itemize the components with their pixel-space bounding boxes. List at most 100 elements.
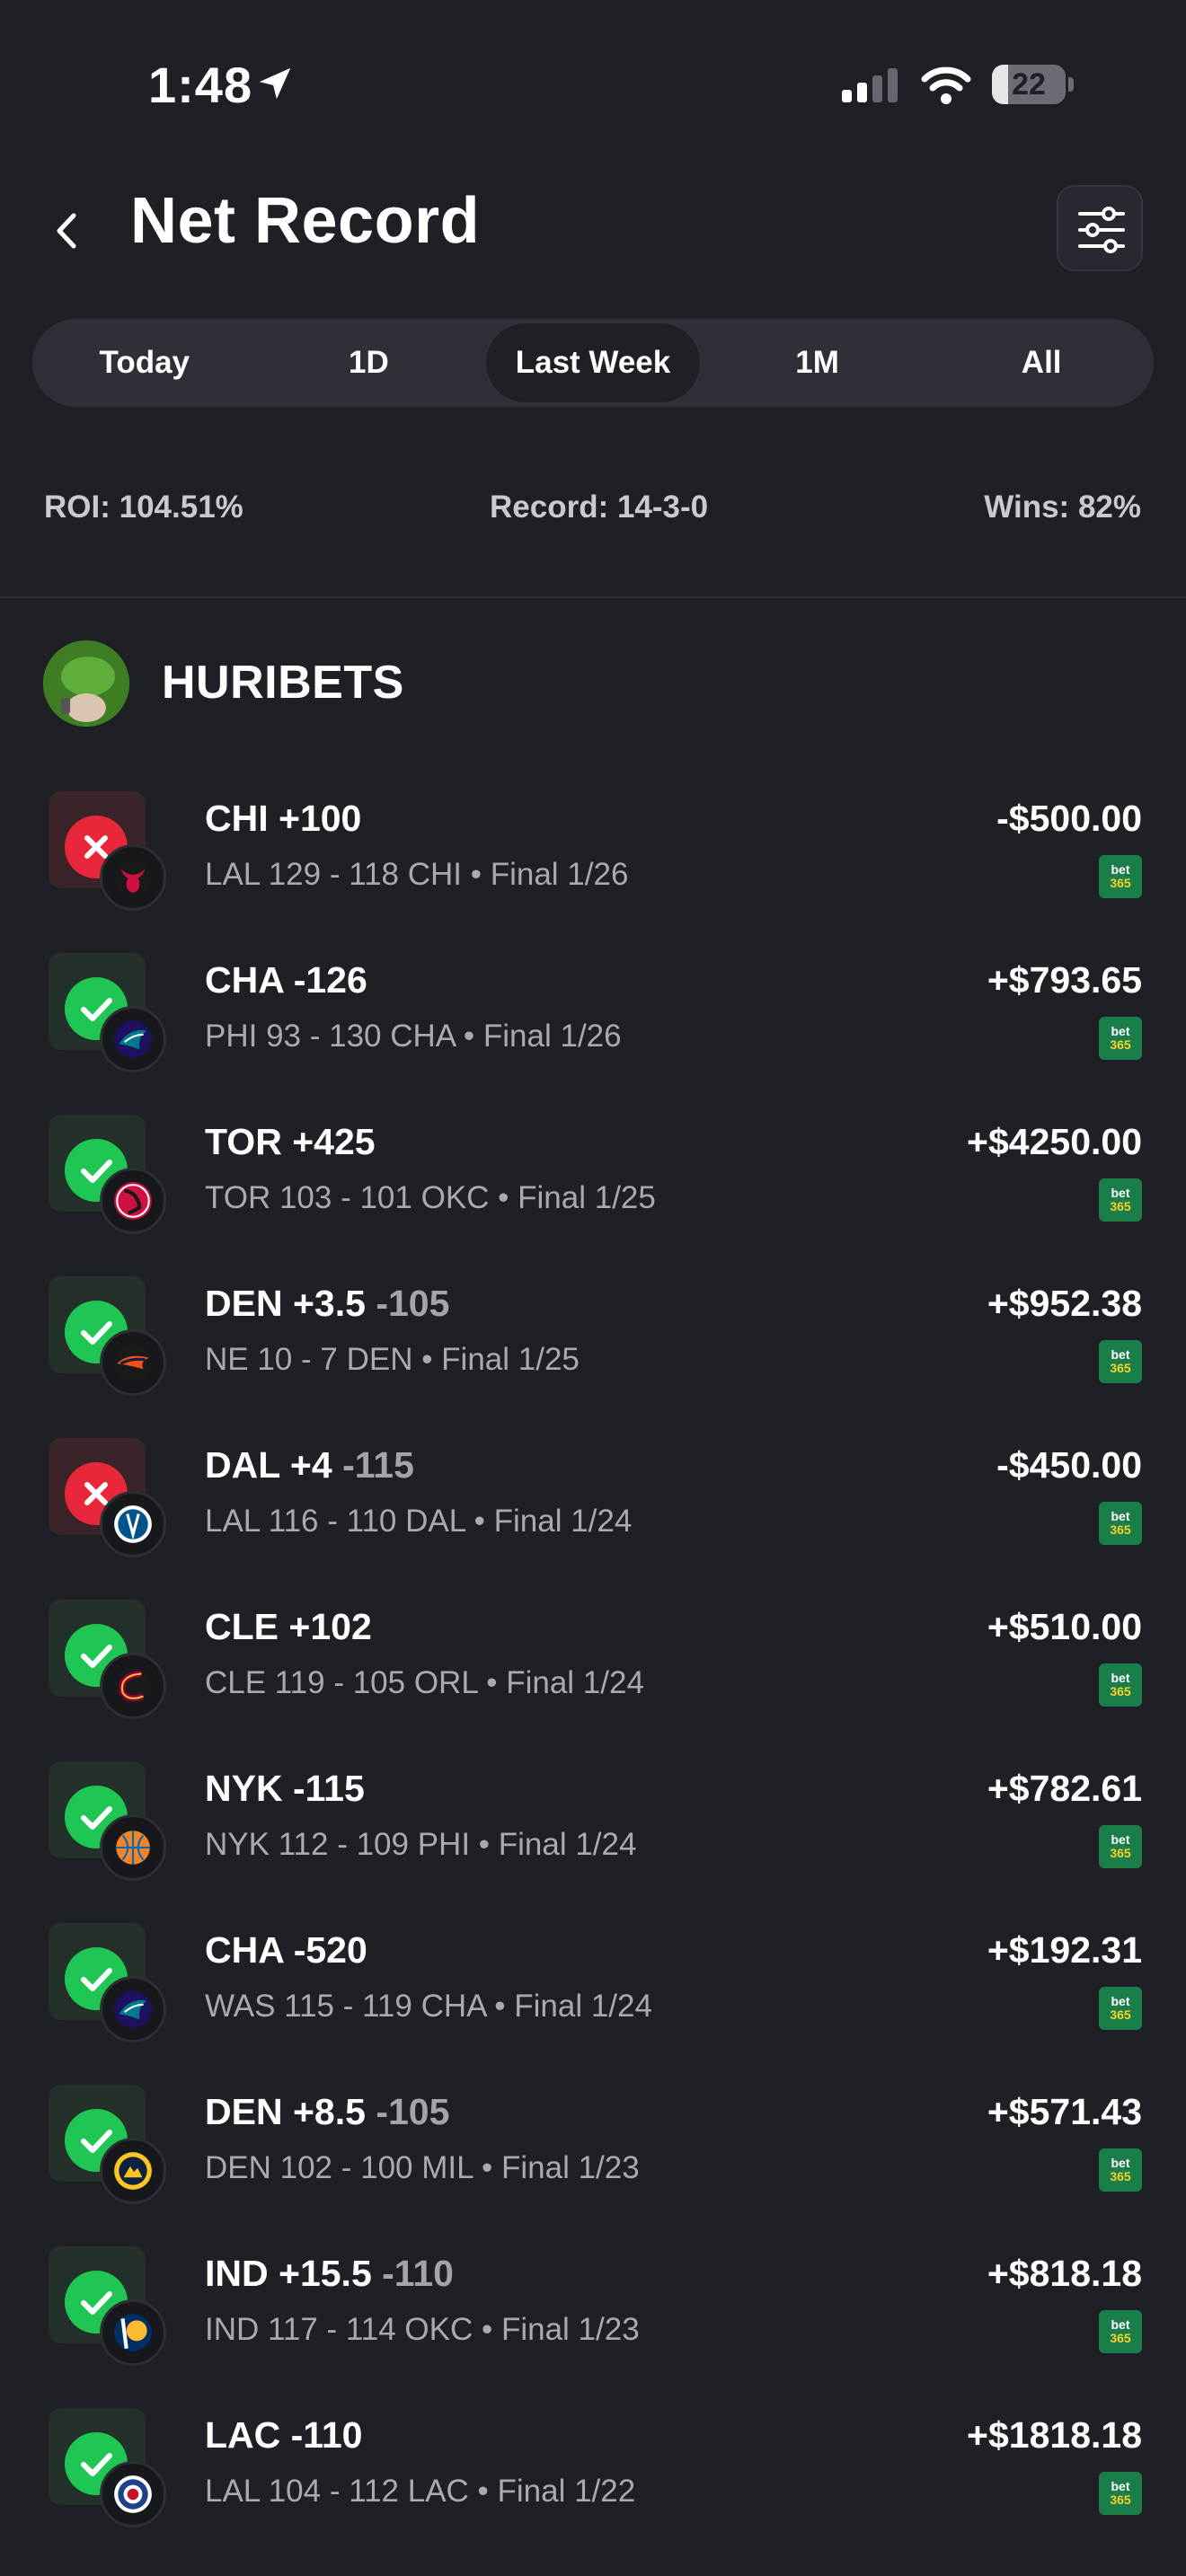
- bet-row[interactable]: DAL +4 -115 LAL 116 - 110 DAL • Final 1/2…: [0, 1425, 1186, 1586]
- bet365-logo-icon: bet 365: [1099, 855, 1142, 898]
- bet-row[interactable]: LAC -110 LAL 104 - 112 LAC • Final 1/22 +$…: [0, 2395, 1186, 2556]
- bet365-logo-icon: bet 365: [1099, 1340, 1142, 1383]
- bet-row[interactable]: TOR +425 TOR 103 - 101 OKC • Final 1/25 +$…: [0, 1101, 1186, 1263]
- bet-amount: +$510.00: [987, 1606, 1142, 1647]
- book-label-bottom: 365: [1110, 1846, 1131, 1860]
- book-label-bottom: 365: [1110, 1684, 1131, 1698]
- pick-label: TOR +425: [205, 1121, 376, 1162]
- bet-amount: +$192.31: [987, 1929, 1142, 1971]
- bet-amount: +$782.61: [987, 1768, 1142, 1809]
- time-range-tabs: Today 1D Last Week 1M All: [32, 319, 1154, 407]
- cellular-signal-icon: [842, 68, 898, 102]
- roi-stat: ROI: 104.51%: [44, 490, 243, 525]
- bulls-logo-icon: [100, 844, 166, 911]
- book-label-bottom: 365: [1110, 876, 1131, 890]
- game-result-line: PHI 93 - 130 CHA • Final 1/26: [205, 1019, 622, 1054]
- cavaliers-logo-icon: [100, 1653, 166, 1719]
- bet365-logo-icon: bet 365: [1099, 1825, 1142, 1868]
- wifi-icon: [921, 66, 971, 104]
- tab-1d[interactable]: 1D: [262, 323, 476, 402]
- battery-icon: 22: [992, 65, 1075, 106]
- sliders-icon: [1078, 207, 1125, 253]
- book-label-bottom: 365: [1110, 1037, 1131, 1052]
- bet-pick: DAL +4 -115: [205, 1444, 414, 1486]
- hornets-logo-icon: [100, 1006, 166, 1072]
- clippers-logo-icon: [100, 2461, 166, 2527]
- bet-pick: CHA -126: [205, 959, 367, 1001]
- book-label-bottom: 365: [1110, 2492, 1131, 2507]
- bet-pick: CHA -520: [205, 1929, 367, 1972]
- book-label-top: bet: [1111, 1347, 1130, 1362]
- book-label-top: bet: [1111, 1186, 1130, 1200]
- book-label-bottom: 365: [1110, 1361, 1131, 1375]
- book-label-bottom: 365: [1110, 1199, 1131, 1213]
- book-label-bottom: 365: [1110, 2169, 1131, 2183]
- bet-row[interactable]: NYK -115 NYK 112 - 109 PHI • Final 1/24 +$…: [0, 1748, 1186, 1910]
- pick-label: CHA -126: [205, 959, 367, 1001]
- bet-pick: CHI +100: [205, 798, 361, 840]
- bet-pick: TOR +425: [205, 1121, 376, 1163]
- pick-odds: -105: [376, 1283, 450, 1324]
- book-label-top: bet: [1111, 2156, 1130, 2170]
- raptors-logo-icon: [100, 1168, 166, 1234]
- pacers-logo-icon: [100, 2299, 166, 2366]
- pick-label: DAL +4: [205, 1444, 332, 1486]
- bet-amount: +$952.38: [987, 1283, 1142, 1324]
- pick-label: LAC -110: [205, 2414, 363, 2456]
- book-label-top: bet: [1111, 2479, 1130, 2493]
- hornets-logo-icon: [100, 1976, 166, 2042]
- bet-pick: NYK -115: [205, 1768, 365, 1810]
- book-label-bottom: 365: [1110, 1522, 1131, 1537]
- bet-row[interactable]: CHI +100 LAL 129 - 118 CHI • Final 1/26 -$…: [0, 778, 1186, 940]
- bet-row[interactable]: DEN +3.5 -105 NE 10 - 7 DEN • Final 1/25 +…: [0, 1263, 1186, 1425]
- broncos-logo-icon: [100, 1329, 166, 1396]
- username: HURIBETS: [162, 657, 404, 709]
- bet-row[interactable]: CHA -126 PHI 93 - 130 CHA • Final 1/26 +$7…: [0, 940, 1186, 1101]
- game-result-line: DEN 102 - 100 MIL • Final 1/23: [205, 2150, 640, 2185]
- book-label-top: bet: [1111, 2317, 1130, 2332]
- game-result-line: LAL 104 - 112 LAC • Final 1/22: [205, 2474, 636, 2509]
- bet365-logo-icon: bet 365: [1099, 2310, 1142, 2353]
- bet-row[interactable]: CHA -520 WAS 115 - 119 CHA • Final 1/24 +$…: [0, 1910, 1186, 2071]
- page-title: Net Record: [130, 185, 481, 257]
- book-label-bottom: 365: [1110, 2007, 1131, 2022]
- bet365-logo-icon: bet 365: [1099, 1502, 1142, 1545]
- game-result-line: IND 117 - 114 OKC • Final 1/23: [205, 2312, 640, 2347]
- tab-all[interactable]: All: [934, 323, 1148, 402]
- tab-last-week[interactable]: Last Week: [486, 323, 700, 402]
- bet365-logo-icon: bet 365: [1099, 1987, 1142, 2030]
- bet365-logo-icon: bet 365: [1099, 1178, 1142, 1222]
- pick-odds: -105: [376, 2091, 450, 2132]
- location-arrow-icon: [259, 67, 291, 100]
- bet365-logo-icon: bet 365: [1099, 1663, 1142, 1707]
- bet-row[interactable]: DEN +8.5 -105 DEN 102 - 100 MIL • Final 1…: [0, 2071, 1186, 2233]
- bet-amount: -$500.00: [996, 798, 1142, 839]
- game-result-line: LAL 116 - 110 DAL • Final 1/24: [205, 1504, 633, 1539]
- game-result-line: NYK 112 - 109 PHI • Final 1/24: [205, 1827, 637, 1862]
- game-result-line: WAS 115 - 119 CHA • Final 1/24: [205, 1989, 652, 2024]
- book-label-top: bet: [1111, 1024, 1130, 1038]
- game-result-line: CLE 119 - 105 ORL • Final 1/24: [205, 1665, 644, 1700]
- back-chevron-icon[interactable]: [49, 208, 84, 253]
- tab-1m[interactable]: 1M: [711, 323, 925, 402]
- book-label-top: bet: [1111, 1994, 1130, 2008]
- bet-amount: +$1818.18: [967, 2414, 1142, 2456]
- pick-odds: -115: [342, 1444, 414, 1486]
- battery-level: 22: [1012, 67, 1046, 101]
- pick-label: DEN +3.5: [205, 1283, 366, 1324]
- knicks-logo-icon: [100, 1814, 166, 1881]
- pick-label: CHA -520: [205, 1929, 367, 1971]
- tab-today[interactable]: Today: [38, 323, 252, 402]
- game-result-line: LAL 129 - 118 CHI • Final 1/26: [205, 857, 629, 892]
- pick-label: CHI +100: [205, 798, 362, 839]
- game-result-line: TOR 103 - 101 OKC • Final 1/25: [205, 1180, 656, 1215]
- avatar[interactable]: [43, 640, 129, 727]
- pick-label: DEN +8.5: [205, 2091, 366, 2132]
- bet365-logo-icon: bet 365: [1099, 1017, 1142, 1060]
- wins-stat: Wins: 82%: [984, 490, 1141, 525]
- bet-row[interactable]: CLE +102 CLE 119 - 105 ORL • Final 1/24 +$…: [0, 1586, 1186, 1748]
- book-label-top: bet: [1111, 1832, 1130, 1847]
- filter-button[interactable]: [1057, 185, 1143, 271]
- bet-row[interactable]: IND +15.5 -110 IND 117 - 114 OKC • Final …: [0, 2233, 1186, 2395]
- bet-pick: DEN +8.5 -105: [205, 2091, 449, 2133]
